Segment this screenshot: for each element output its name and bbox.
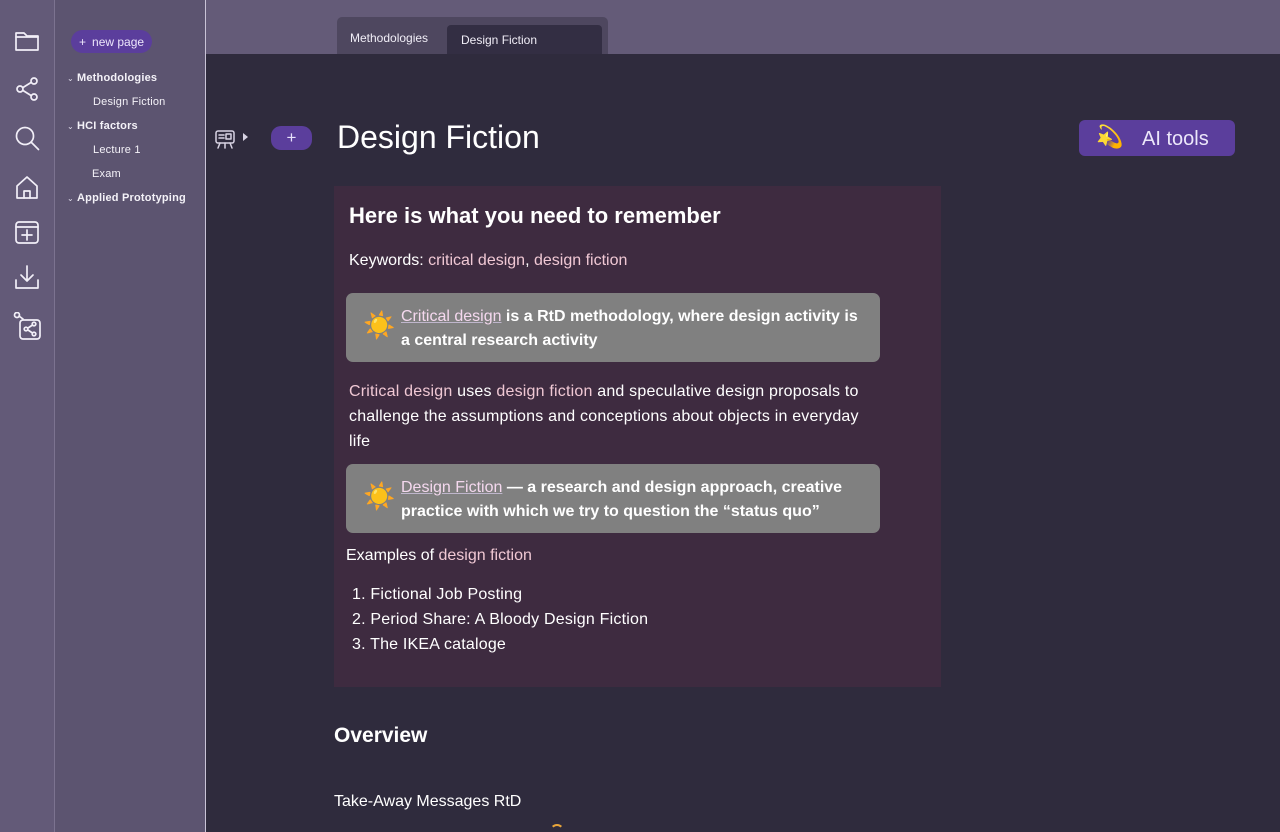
overview-heading: Overview — [334, 724, 428, 747]
callout-critical-design: ☀️ Critical design is a RtD methodology,… — [346, 293, 880, 362]
page-tree-sidebar: + new page ⌄ Methodologies Design Fictio… — [55, 0, 206, 832]
page-title: Design Fiction — [337, 119, 540, 155]
sun-icon: ☀️ — [363, 310, 396, 340]
tree-item-applied-prototyping[interactable]: ⌄ Applied Prototyping — [67, 192, 186, 204]
description-paragraph: Critical design uses design fiction and … — [349, 379, 874, 454]
plus-icon: + — [79, 34, 87, 49]
summary-title: Here is what you need to remember — [349, 203, 721, 228]
plus-icon: + — [286, 128, 297, 147]
link-critical-design[interactable]: Critical design — [401, 308, 501, 325]
link-design-fiction[interactable]: Design Fiction — [401, 479, 502, 496]
search-icon[interactable] — [12, 123, 42, 153]
tab-label: Design Fiction — [461, 32, 538, 47]
examples-prefix: Examples of — [346, 547, 439, 564]
tree-item-design-fiction[interactable]: Design Fiction — [93, 96, 166, 108]
presentation-icon[interactable] — [214, 128, 236, 150]
keyword-link-critical-design[interactable]: critical design — [428, 252, 525, 269]
new-page-label: new page — [92, 34, 145, 49]
partial-icon — [550, 824, 564, 832]
chevron-down-icon[interactable]: ⌄ — [67, 194, 77, 203]
examples-heading: Examples of design fiction — [346, 547, 532, 565]
link-critical-design[interactable]: Critical design — [349, 383, 452, 400]
tree-item-label: Applied Prototyping — [77, 192, 186, 204]
share-graph-icon[interactable] — [12, 74, 42, 104]
folder-icon[interactable] — [12, 25, 42, 55]
paragraph-text: uses — [452, 383, 497, 400]
tree-item-lecture-1[interactable]: Lecture 1 — [93, 144, 141, 156]
add-block-button[interactable]: + — [271, 126, 312, 150]
icon-rail — [0, 0, 55, 832]
shared-folder-icon[interactable] — [12, 311, 42, 341]
takeaway-heading: Take-Away Messages RtD — [334, 793, 522, 810]
summary-panel: Here is what you need to remember Keywor… — [334, 186, 941, 687]
home-icon[interactable] — [12, 172, 42, 202]
examples-list: 1. Fictional Job Posting 2. Period Share… — [352, 582, 648, 657]
keywords-line: Keywords: critical design, design fictio… — [349, 252, 627, 270]
list-item: 1. Fictional Job Posting — [352, 586, 523, 603]
expand-caret-icon[interactable] — [243, 133, 248, 141]
chevron-down-icon[interactable]: ⌄ — [67, 122, 77, 131]
ai-tools-button[interactable]: 💫 AI tools — [1079, 120, 1235, 156]
callout-text: Critical design is a RtD methodology, wh… — [401, 305, 866, 353]
add-page-icon[interactable] — [12, 217, 42, 247]
dizzy-sparkle-icon: 💫 — [1096, 124, 1124, 149]
keyword-separator: , — [525, 252, 534, 269]
keyword-link-design-fiction[interactable]: design fiction — [534, 252, 627, 269]
callout-design-fiction: ☀️ Design Fiction — a research and desig… — [346, 464, 880, 533]
ai-tools-label: AI tools — [1142, 128, 1209, 150]
tab-label: Methodologies — [350, 31, 429, 45]
list-item: 3. The IKEA cataloge — [352, 636, 507, 653]
tree-item-label: Design Fiction — [93, 96, 166, 108]
tab-methodologies[interactable]: Methodologies — [350, 31, 428, 45]
tab-design-fiction[interactable]: Design Fiction — [447, 25, 602, 54]
new-page-button[interactable]: + new page — [71, 30, 153, 53]
tree-item-methodologies[interactable]: ⌄ Methodologies — [67, 72, 157, 84]
tree-item-label: Exam — [92, 168, 121, 180]
tab-bar: Methodologies Design Fiction — [206, 0, 1280, 54]
link-design-fiction[interactable]: design fiction — [496, 383, 592, 400]
callout-text: Design Fiction — a research and design a… — [401, 476, 866, 524]
tab-group: Methodologies Design Fiction — [337, 17, 608, 54]
tree-item-exam[interactable]: Exam — [92, 168, 121, 180]
keywords-prefix: Keywords: — [349, 252, 429, 269]
tree-item-label: Lecture 1 — [93, 144, 141, 156]
tree-item-hci-factors[interactable]: ⌄ HCI factors — [67, 120, 138, 132]
chevron-down-icon[interactable]: ⌄ — [67, 74, 77, 83]
link-design-fiction[interactable]: design fiction — [438, 547, 531, 564]
list-item: 2. Period Share: A Bloody Design Fiction — [352, 611, 649, 628]
sun-icon: ☀️ — [363, 481, 396, 511]
tree-item-label: HCI factors — [77, 120, 138, 132]
tree-item-label: Methodologies — [77, 72, 158, 84]
download-icon[interactable] — [12, 262, 42, 292]
